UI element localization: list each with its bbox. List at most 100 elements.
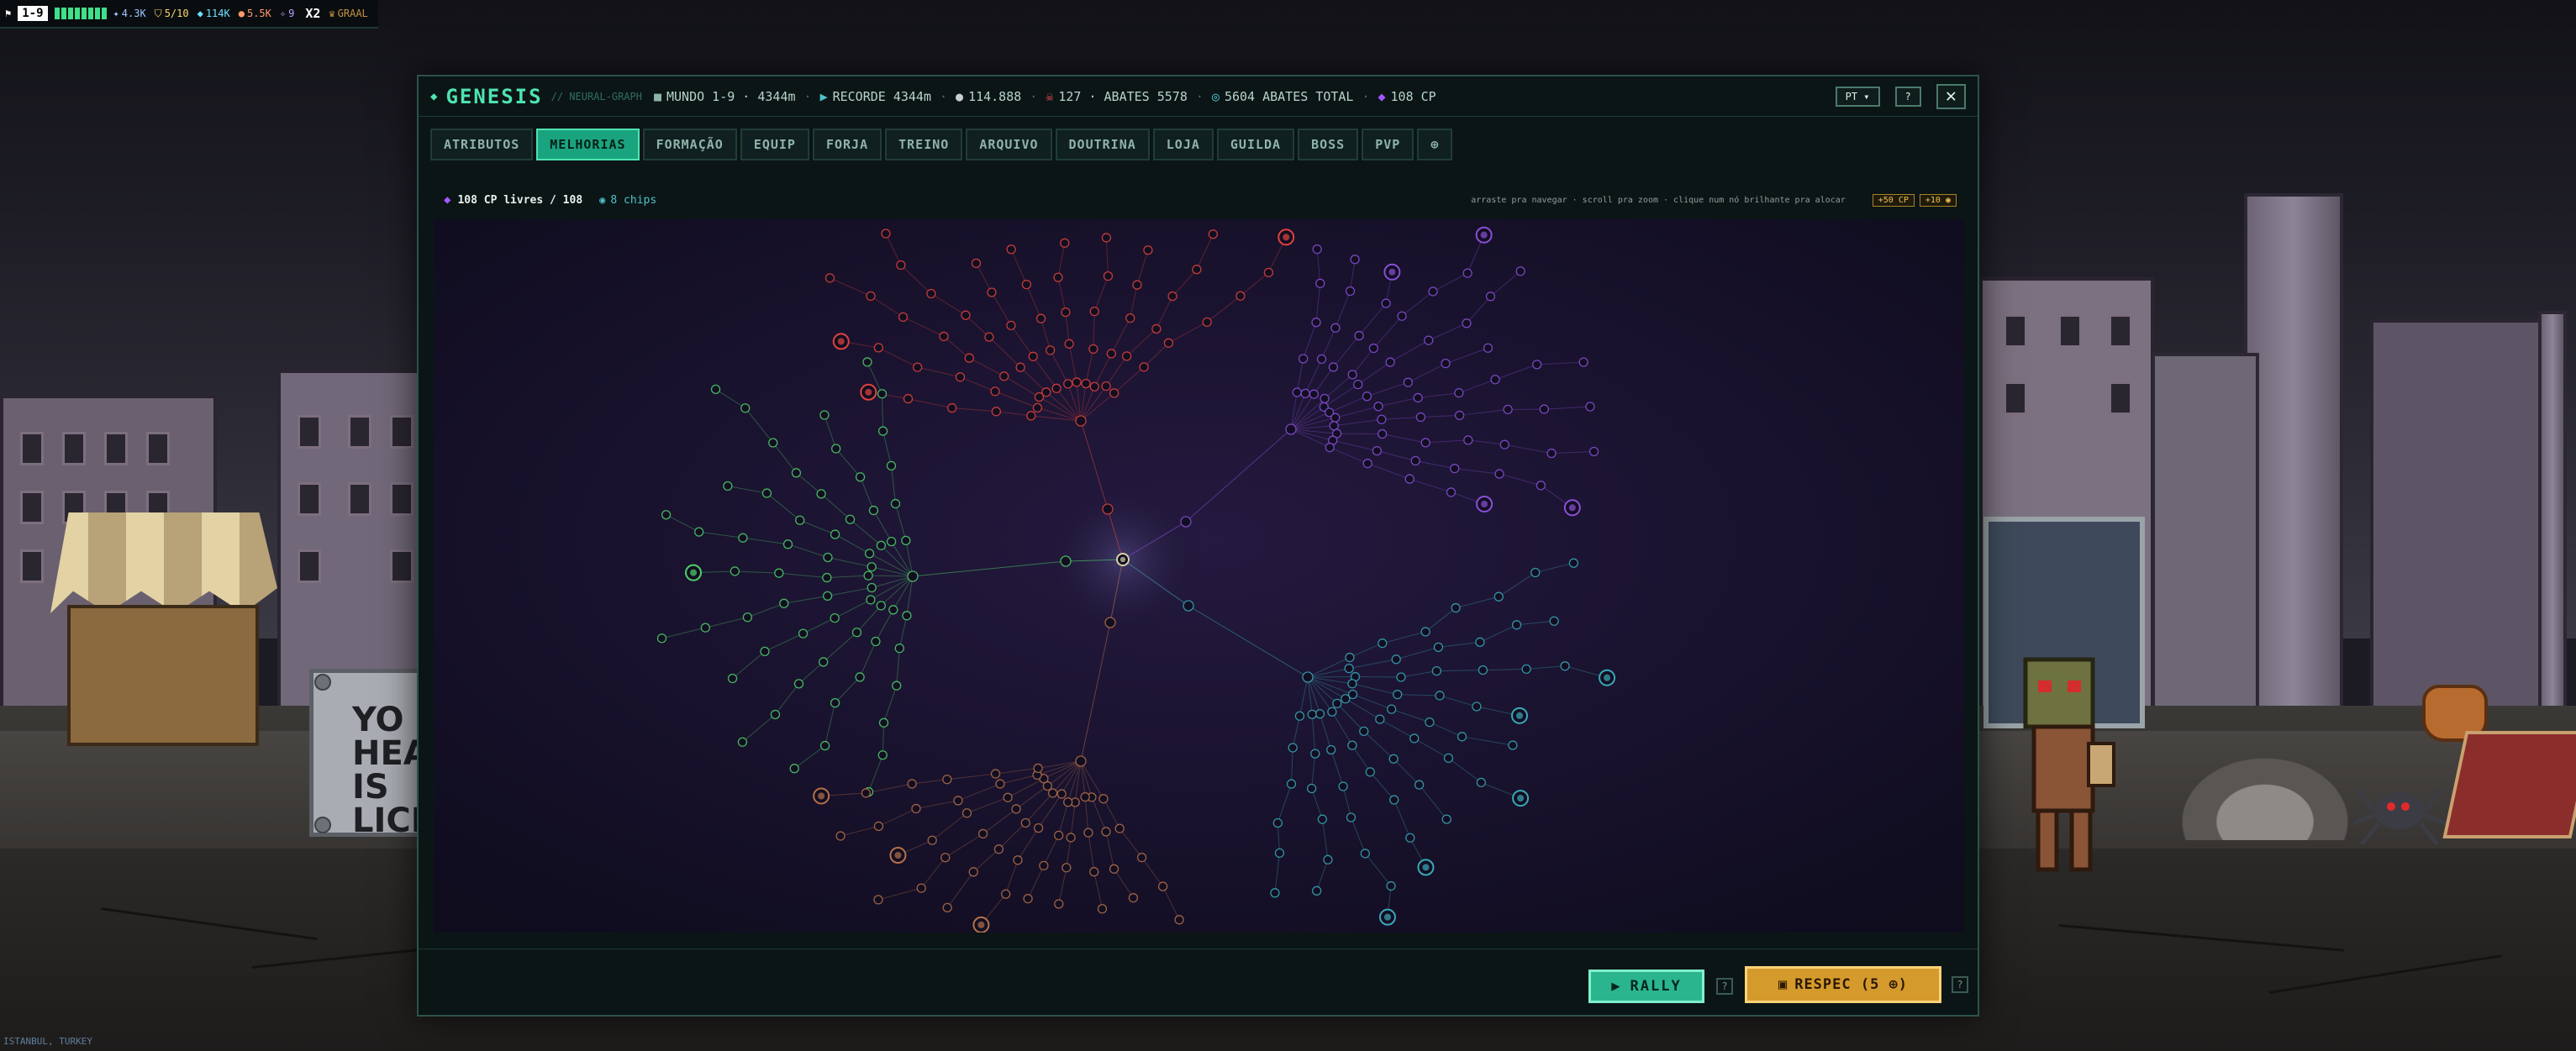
tree-node[interactable] bbox=[1109, 388, 1119, 398]
tree-node[interactable] bbox=[1102, 503, 1114, 515]
tree-node[interactable] bbox=[1345, 652, 1355, 663]
tree-node[interactable] bbox=[1330, 323, 1341, 333]
tree-node[interactable] bbox=[1083, 828, 1093, 838]
tree-node[interactable] bbox=[1409, 733, 1420, 744]
tree-node[interactable] bbox=[1101, 381, 1111, 391]
tree-node[interactable] bbox=[830, 529, 840, 539]
tree-node[interactable] bbox=[1353, 379, 1363, 390]
tree-node[interactable] bbox=[1435, 691, 1445, 701]
tree-node[interactable] bbox=[1023, 894, 1033, 904]
tree-node[interactable] bbox=[886, 536, 897, 547]
tree-node[interactable] bbox=[1403, 377, 1414, 387]
tree-node[interactable] bbox=[1345, 286, 1356, 297]
tree-node[interactable] bbox=[968, 867, 978, 877]
tree-node[interactable] bbox=[738, 533, 748, 543]
tree-node[interactable] bbox=[1053, 272, 1063, 282]
tree-node[interactable] bbox=[1136, 853, 1147, 863]
tree-node[interactable] bbox=[1139, 362, 1149, 372]
tree-node[interactable] bbox=[1441, 814, 1451, 824]
tree-node[interactable] bbox=[1530, 567, 1541, 578]
tree-node[interactable] bbox=[1454, 387, 1464, 398]
tab-more[interactable]: ⊕ bbox=[1417, 129, 1453, 160]
help-button[interactable]: ? bbox=[1894, 86, 1921, 107]
tree-node[interactable] bbox=[819, 657, 829, 667]
tree-node[interactable] bbox=[867, 562, 877, 572]
tree-node[interactable] bbox=[1328, 362, 1339, 372]
tree-node[interactable] bbox=[867, 582, 877, 593]
tree-node[interactable] bbox=[1472, 702, 1482, 712]
tab-forja[interactable]: FORJA bbox=[812, 129, 882, 160]
tree-node[interactable] bbox=[871, 636, 881, 647]
tree-node[interactable] bbox=[1151, 323, 1162, 334]
tree-node[interactable] bbox=[1157, 881, 1168, 891]
tree-node[interactable] bbox=[1326, 744, 1336, 755]
tree-node[interactable] bbox=[1001, 889, 1011, 899]
tree-node[interactable] bbox=[830, 698, 840, 708]
tree-node[interactable] bbox=[1066, 833, 1076, 843]
tree-node[interactable] bbox=[1121, 351, 1132, 361]
tree-node[interactable] bbox=[761, 488, 772, 498]
tree-node[interactable] bbox=[1377, 428, 1388, 439]
tree-node[interactable] bbox=[1381, 298, 1391, 308]
respec-help-button[interactable]: ? bbox=[1952, 976, 1968, 993]
tree-node[interactable] bbox=[661, 510, 672, 520]
tree-node[interactable] bbox=[1075, 755, 1087, 767]
tree-node[interactable] bbox=[1054, 830, 1064, 841]
tree-node[interactable] bbox=[1359, 726, 1369, 737]
tree-node[interactable] bbox=[1180, 516, 1192, 528]
tree-node[interactable] bbox=[782, 539, 793, 549]
tree-node[interactable] bbox=[1532, 360, 1542, 370]
tree-node[interactable] bbox=[1167, 291, 1177, 302]
tree-node[interactable] bbox=[873, 343, 884, 353]
tree-node[interactable] bbox=[742, 612, 753, 623]
tab-equip[interactable]: EQUIP bbox=[740, 129, 809, 160]
respec-button[interactable]: ▣ RESPEC (5 ⊕) bbox=[1745, 966, 1941, 1003]
tree-node[interactable] bbox=[1332, 698, 1342, 709]
tree-node[interactable] bbox=[1404, 474, 1414, 484]
tree-node[interactable] bbox=[1060, 555, 1072, 567]
tree-node[interactable] bbox=[1420, 438, 1430, 448]
tree-node[interactable] bbox=[1051, 383, 1061, 393]
tree-node[interactable] bbox=[1420, 627, 1430, 637]
tree-node[interactable] bbox=[987, 287, 997, 297]
tree-node[interactable] bbox=[831, 444, 841, 454]
tree-node[interactable] bbox=[926, 288, 936, 299]
tree-node[interactable] bbox=[898, 312, 909, 323]
tree-node[interactable] bbox=[1485, 292, 1496, 302]
tree-node[interactable] bbox=[894, 643, 904, 654]
tree-node[interactable] bbox=[888, 605, 898, 615]
tree-node[interactable] bbox=[940, 853, 951, 863]
tab-formação[interactable]: FORMAÇÃO bbox=[642, 129, 737, 160]
tree-node[interactable] bbox=[1021, 279, 1032, 290]
tree-node[interactable] bbox=[798, 628, 809, 638]
tree-node[interactable] bbox=[723, 481, 733, 491]
tree-node[interactable] bbox=[961, 808, 972, 818]
tree-node[interactable] bbox=[1026, 411, 1036, 421]
skill-tree-canvas[interactable] bbox=[434, 219, 1964, 933]
tree-node[interactable] bbox=[1424, 335, 1434, 345]
tree-node[interactable] bbox=[1462, 318, 1472, 328]
tree-node[interactable] bbox=[774, 568, 784, 578]
tab-treino[interactable]: TREINO bbox=[885, 129, 963, 160]
tree-node[interactable] bbox=[1373, 402, 1383, 412]
tree-node[interactable] bbox=[1365, 767, 1375, 777]
tree-node[interactable] bbox=[913, 362, 923, 372]
tree-node[interactable] bbox=[1299, 354, 1309, 364]
tree-node[interactable] bbox=[1015, 362, 1025, 372]
tree-node[interactable] bbox=[1462, 268, 1472, 278]
tree-node[interactable] bbox=[1341, 694, 1351, 704]
tree-node[interactable] bbox=[1061, 863, 1072, 873]
tree-node[interactable] bbox=[1515, 266, 1525, 276]
tree-node[interactable] bbox=[901, 535, 911, 545]
tree-node[interactable] bbox=[868, 505, 879, 516]
tree-node[interactable] bbox=[1362, 459, 1372, 469]
tree-node[interactable] bbox=[1106, 349, 1116, 359]
tree-node[interactable] bbox=[1360, 849, 1370, 859]
close-button[interactable]: ✕ bbox=[1936, 83, 1966, 109]
tree-node[interactable] bbox=[1286, 779, 1297, 789]
tree-node[interactable] bbox=[942, 775, 952, 785]
tree-node[interactable] bbox=[1387, 704, 1397, 714]
tree-node[interactable] bbox=[995, 779, 1005, 789]
tree-node[interactable] bbox=[1088, 344, 1098, 355]
tree-node[interactable] bbox=[855, 672, 865, 682]
